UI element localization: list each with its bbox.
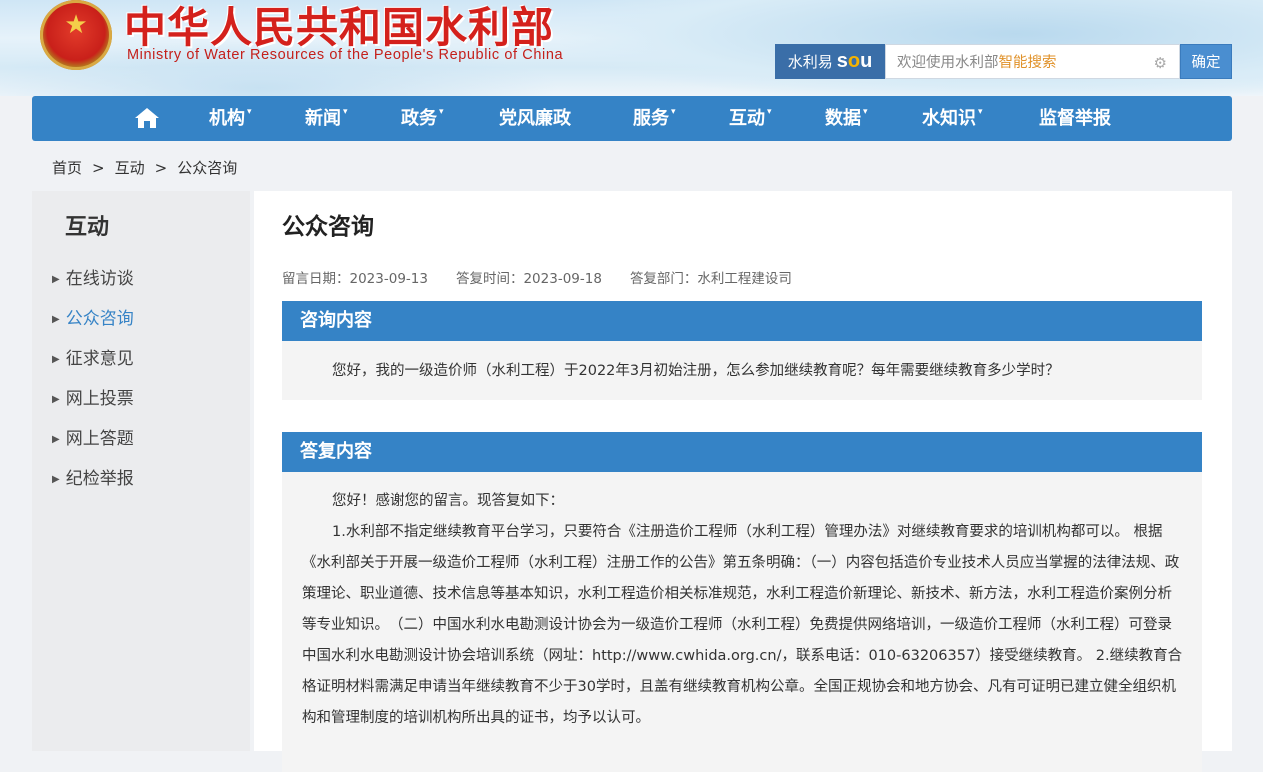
main-nav: 机构 ▾ 新闻 ▾ 政务 ▾ 党风廉政 服务 ▾ 互动 ▾ 数据 ▾ 水知识 ▾ 监督举报	[32, 96, 1232, 141]
answer-heading: 答复内容	[282, 432, 1202, 472]
header-banner: ★ 中华人民共和国水利部 Ministry of Water Resources…	[0, 0, 1263, 96]
search-input[interactable]: 欢迎使用水利部智能搜索 ⚙	[885, 44, 1180, 79]
home-icon[interactable]	[134, 107, 160, 129]
sidebar: 互动 ▶ 在线访谈 ▶ 公众咨询 ▶ 征求意见 ▶ 网上投票 ▶ 网上答题 ▶ 纪检举报	[32, 191, 250, 751]
answer-text: 您好！感谢您的留言。现答复如下： 1.水利部不指定继续教育平台学习，只要符合《注…	[282, 486, 1202, 734]
chevron-down-icon: ▾	[439, 107, 444, 117]
question-heading: 咨询内容	[282, 301, 1202, 341]
triangle-right-icon: ▶	[52, 314, 60, 325]
question-body: 您好，我的一级造价师（水利工程）于2022年3月初始注册，怎么参加继续教育呢？每…	[282, 341, 1202, 400]
breadcrumb: 首页 > 互动 > 公众咨询	[52, 157, 237, 178]
nav-item-data[interactable]: 数据 ▾	[825, 96, 868, 141]
triangle-right-icon: ▶	[52, 354, 60, 365]
answer-body: 您好！感谢您的留言。现答复如下： 1.水利部不指定继续教育平台学习，只要符合《注…	[282, 472, 1202, 772]
chevron-down-icon: ▾	[978, 107, 983, 117]
triangle-right-icon: ▶	[52, 434, 60, 445]
search-brand-label: 水利易	[787, 53, 833, 71]
search-bar: 水利易 sou 欢迎使用水利部智能搜索 ⚙ 确定	[775, 44, 1232, 79]
search-placeholder: 欢迎使用水利部智能搜索	[897, 55, 1057, 71]
gear-icon[interactable]: ⚙	[1154, 54, 1167, 72]
nav-item-water-knowledge[interactable]: 水知识 ▾	[922, 96, 983, 141]
sidebar-item-online-interview[interactable]: ▶ 在线访谈	[52, 264, 134, 289]
sidebar-item-public-consultation[interactable]: ▶ 公众咨询	[52, 304, 134, 329]
nav-item-government-affairs[interactable]: 政务 ▾	[401, 96, 444, 141]
chevron-down-icon: ▾	[247, 107, 252, 117]
answer-greeting: 您好！感谢您的留言。现答复如下：	[332, 493, 564, 509]
chevron-down-icon: ▾	[767, 107, 772, 117]
nav-item-party-integrity[interactable]: 党风廉政	[499, 96, 571, 141]
breadcrumb-separator: >	[92, 159, 105, 177]
site-subtitle: Ministry of Water Resources of the Peopl…	[127, 47, 564, 63]
breadcrumb-current[interactable]: 公众咨询	[177, 159, 237, 177]
nav-item-news[interactable]: 新闻 ▾	[305, 96, 348, 141]
search-brand: 水利易 sou	[775, 44, 885, 79]
breadcrumb-home-link[interactable]: 首页	[52, 159, 82, 177]
nav-item-supervision-report[interactable]: 监督举报	[1039, 96, 1111, 141]
sidebar-item-online-quiz[interactable]: ▶ 网上答题	[52, 424, 134, 449]
nav-item-services[interactable]: 服务 ▾	[633, 96, 676, 141]
sidebar-item-solicit-opinions[interactable]: ▶ 征求意见	[52, 344, 134, 369]
search-submit-button[interactable]: 确定	[1180, 44, 1232, 79]
triangle-right-icon: ▶	[52, 274, 60, 285]
chevron-down-icon: ▾	[343, 107, 348, 117]
page-title: 公众咨询	[282, 214, 374, 240]
main-content: 公众咨询 留言日期：2023-09-13 答复时间：2023-09-18 答复部门：…	[254, 191, 1232, 772]
nav-item-interaction[interactable]: 互动 ▾	[729, 96, 772, 141]
sidebar-item-online-voting[interactable]: ▶ 网上投票	[52, 384, 134, 409]
triangle-right-icon: ▶	[52, 394, 60, 405]
sidebar-title: 互动	[65, 215, 110, 240]
post-date: 留言日期：2023-09-13	[282, 271, 428, 287]
breadcrumb-separator: >	[154, 159, 168, 177]
search-brand-logo: sou	[836, 50, 873, 72]
national-emblem-icon[interactable]: ★	[40, 0, 112, 70]
sidebar-item-discipline-report[interactable]: ▶ 纪检举报	[52, 464, 134, 489]
chevron-down-icon: ▾	[863, 107, 868, 117]
reply-department: 答复部门：水利工程建设司	[629, 271, 792, 287]
article-meta: 留言日期：2023-09-13 答复时间：2023-09-18 答复部门：水利工程建…	[282, 267, 820, 287]
nav-item-institutions[interactable]: 机构 ▾	[209, 96, 252, 141]
question-text: 您好，我的一级造价师（水利工程）于2022年3月初始注册，怎么参加继续教育呢？每…	[332, 363, 1060, 379]
triangle-right-icon: ▶	[52, 474, 60, 485]
reply-date: 答复时间：2023-09-18	[455, 271, 602, 287]
breadcrumb-interaction-link[interactable]: 互动	[115, 159, 145, 177]
chevron-down-icon: ▾	[671, 107, 676, 117]
answer-paragraph: 1.水利部不指定继续教育平台学习，只要符合《注册造价工程师（水利工程）管理办法》…	[302, 524, 1183, 726]
